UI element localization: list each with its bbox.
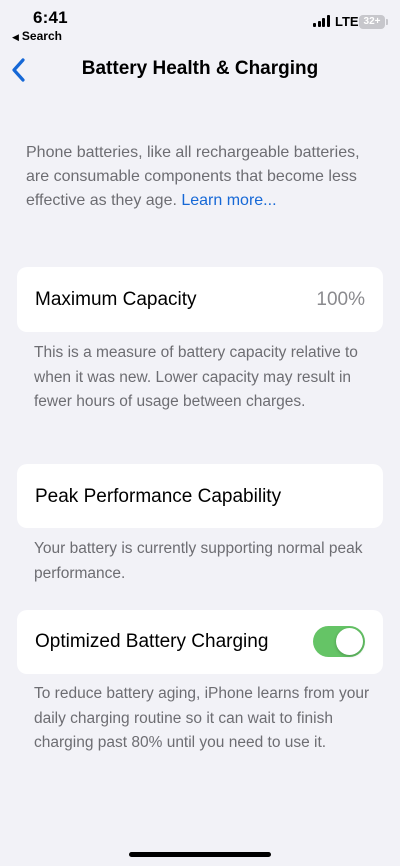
optimized-charging-label: Optimized Battery Charging	[35, 631, 269, 652]
status-time: 6:41	[33, 8, 68, 27]
intro-text: Phone batteries, like all rechargeable b…	[26, 141, 378, 213]
back-to-search-link[interactable]: ◀ Search	[12, 29, 62, 43]
optimized-charging-row: Optimized Battery Charging	[17, 610, 383, 674]
home-indicator[interactable]	[129, 852, 271, 857]
back-triangle-icon: ◀	[12, 32, 19, 42]
back-to-search-label: Search	[21, 29, 62, 43]
maximum-capacity-row: Maximum Capacity 100%	[17, 267, 383, 332]
status-bar: 6:41 ◀ Search LTE 32+	[0, 0, 400, 46]
cellular-signal-icon	[313, 15, 330, 27]
page-title: Battery Health & Charging	[81, 58, 319, 79]
network-type: LTE	[335, 14, 359, 29]
peak-performance-label: Peak Performance Capability	[35, 486, 282, 507]
battery-icon: 32+	[359, 15, 385, 29]
maximum-capacity-footer: This is a measure of battery capacity re…	[34, 344, 358, 410]
maximum-capacity-value: 100%	[316, 289, 365, 310]
maximum-capacity-label: Maximum Capacity	[35, 289, 197, 310]
optimized-charging-toggle[interactable]	[313, 626, 365, 657]
toggle-knob	[336, 628, 363, 655]
peak-performance-footer: Your battery is currently supporting nor…	[34, 540, 363, 582]
peak-performance-row: Peak Performance Capability	[17, 464, 383, 528]
battery-tip	[386, 19, 388, 25]
optimized-charging-footer: To reduce battery aging, iPhone learns f…	[34, 685, 370, 751]
learn-more-link[interactable]: Learn more...	[181, 192, 276, 209]
